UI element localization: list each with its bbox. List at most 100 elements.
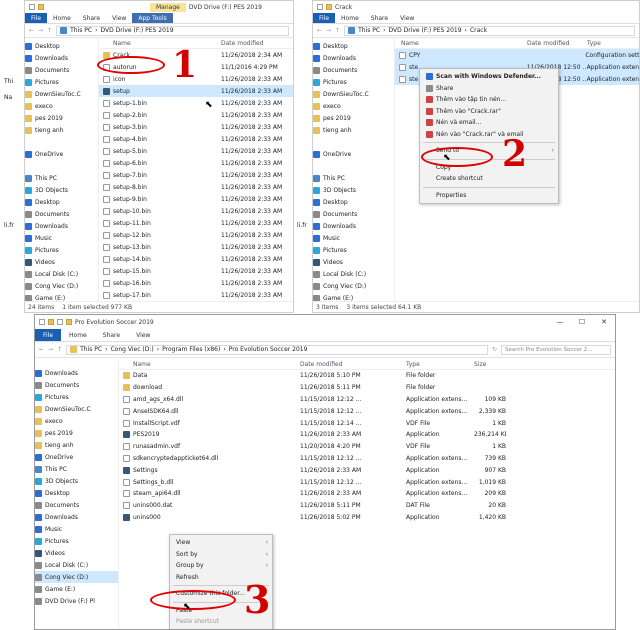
nav-item[interactable]: Documents: [25, 64, 98, 76]
tab-file[interactable]: File: [313, 13, 336, 23]
column-date[interactable]: Date modified: [527, 40, 587, 47]
nav-item[interactable]: pes 2019: [25, 112, 98, 124]
nav-item[interactable]: Desktop: [313, 196, 394, 208]
nav-item[interactable]: Pictures: [35, 391, 118, 403]
breadcrumb-item[interactable]: This PC: [358, 27, 380, 34]
file-row[interactable]: unins000.dat 11/26/2018 5:11 PM DAT File 20…: [119, 500, 615, 512]
file-row[interactable]: setup-14.bin 11/26/2018 2:33 AM: [99, 253, 293, 265]
nav-item[interactable]: Pictures: [313, 76, 394, 88]
nav-item[interactable]: Desktop: [313, 40, 394, 52]
file-row[interactable]: Settings 11/26/2018 2:33 AM Application 907…: [119, 464, 615, 476]
tab-share[interactable]: Share: [77, 13, 106, 23]
nav-item[interactable]: Downloads: [313, 220, 394, 232]
breadcrumb-item[interactable]: Crack: [470, 27, 487, 34]
tab-view[interactable]: View: [106, 13, 132, 23]
breadcrumb-item[interactable]: Program Files (x86): [162, 346, 220, 353]
nav-item[interactable]: [313, 136, 394, 148]
column-date[interactable]: Date modified: [221, 40, 264, 47]
nav-item[interactable]: execo: [313, 100, 394, 112]
tab-view[interactable]: View: [128, 329, 158, 341]
nav-item[interactable]: 3D Objects: [25, 184, 98, 196]
nav-item[interactable]: Pictures: [25, 244, 98, 256]
tab-app-tools[interactable]: App Tools: [132, 13, 173, 23]
column-type[interactable]: Type: [587, 40, 601, 47]
file-row[interactable]: setup-11.bin 11/26/2018 2:33 AM: [99, 217, 293, 229]
nav-item[interactable]: Music: [313, 232, 394, 244]
file-row[interactable]: setup-8.bin 11/26/2018 2:33 AM: [99, 181, 293, 193]
nav-item[interactable]: Documents: [313, 208, 394, 220]
tab-home[interactable]: Home: [335, 13, 365, 23]
nav-item[interactable]: OneDrive: [25, 148, 98, 160]
file-row[interactable]: Data 11/26/2018 5:10 PM File folder: [119, 370, 615, 382]
file-row[interactable]: PES2019 11/26/2018 2:33 AM Application 236,…: [119, 429, 615, 441]
breadcrumb-item[interactable]: DVD Drive (F:) PES 2019: [388, 27, 461, 34]
nav-item[interactable]: Pictures: [313, 244, 394, 256]
close-icon[interactable]: ✕: [593, 316, 615, 328]
file-row[interactable]: setup-6.bin 11/26/2018 2:33 AM: [99, 157, 293, 169]
address-bar[interactable]: This PC › DVD Drive (F:) PES 2019: [56, 25, 289, 36]
file-row[interactable]: setup-13.bin 11/26/2018 2:33 AM: [99, 241, 293, 253]
breadcrumb-item[interactable]: Cong Viec (D:): [110, 346, 153, 353]
file-row[interactable]: setup-2.bin 11/26/2018 2:33 AM: [99, 109, 293, 121]
nav-item[interactable]: Videos: [25, 256, 98, 268]
forward-arrow-icon[interactable]: →: [326, 27, 331, 34]
nav-item[interactable]: DownSieuToc.C: [313, 88, 394, 100]
column-name[interactable]: Name: [395, 40, 527, 47]
nav-item[interactable]: Music: [25, 232, 98, 244]
column-type[interactable]: Type: [406, 361, 474, 368]
column-name[interactable]: Name: [119, 361, 300, 368]
file-row[interactable]: InstallScript.vdf 11/15/2018 12:14 ... VDF…: [119, 417, 615, 429]
nav-item[interactable]: tieng anh: [313, 124, 394, 136]
nav-item[interactable]: Desktop: [35, 487, 118, 499]
nav-item[interactable]: pes 2019: [313, 112, 394, 124]
nav-item[interactable]: 3D Objects: [313, 184, 394, 196]
nav-item[interactable]: Downloads: [25, 220, 98, 232]
file-row[interactable]: setup-16.bin 11/26/2018 2:33 AM: [99, 277, 293, 289]
tab-home[interactable]: Home: [47, 13, 77, 23]
up-arrow-icon[interactable]: ↑: [57, 346, 62, 353]
nav-item[interactable]: DownSieuToc.C: [25, 88, 98, 100]
nav-item[interactable]: tieng anh: [35, 439, 118, 451]
file-row[interactable]: AnselSDK64.dll 11/15/2018 12:12 ... Applic…: [119, 405, 615, 417]
quick-access-icon[interactable]: [317, 4, 323, 10]
menu-item-th-m-v-o-t-p-tin-n-n[interactable]: Thêm vào tập tin nén...: [420, 94, 558, 106]
menu-item-th-m-v-o-crack-rar[interactable]: Thêm vào "Crack.rar": [420, 106, 558, 118]
back-arrow-icon[interactable]: ←: [317, 27, 322, 34]
nav-item[interactable]: Downloads: [25, 52, 98, 64]
tab-home[interactable]: Home: [61, 329, 95, 341]
tab-view[interactable]: View: [394, 13, 420, 23]
file-row[interactable]: steam_api64.dll 11/26/2018 2:33 AM Applica…: [119, 488, 615, 500]
nav-item[interactable]: [25, 160, 98, 172]
nav-item[interactable]: Documents: [35, 379, 118, 391]
file-row[interactable]: setup-3.bin 11/26/2018 2:33 AM: [99, 121, 293, 133]
refresh-icon[interactable]: ↻: [492, 346, 497, 353]
file-row[interactable]: unins000 11/26/2018 5:02 PM Application 1,4…: [119, 512, 615, 524]
nav-item[interactable]: DownSieuToc.C: [35, 403, 118, 415]
nav-item[interactable]: Downloads: [313, 52, 394, 64]
back-arrow-icon[interactable]: ←: [29, 27, 34, 34]
file-row[interactable]: setup-12.bin 11/26/2018 2:33 AM: [99, 229, 293, 241]
nav-item[interactable]: This PC: [313, 172, 394, 184]
back-arrow-icon[interactable]: ←: [39, 346, 44, 353]
file-row[interactable]: setup-10.bin 11/26/2018 2:33 AM: [99, 205, 293, 217]
nav-item[interactable]: Local Disk (C:): [35, 559, 118, 571]
search-input[interactable]: Search Pro Evolution Soccer 2...: [501, 344, 611, 355]
up-arrow-icon[interactable]: ↑: [47, 27, 52, 34]
breadcrumb-item[interactable]: DVD Drive (F:) PES 2019: [100, 27, 173, 34]
file-row[interactable]: setup-17.bin 11/26/2018 2:33 AM: [99, 289, 293, 301]
tab-share[interactable]: Share: [365, 13, 394, 23]
menu-item-sort-by[interactable]: Sort by ›: [170, 549, 272, 561]
file-row[interactable]: setup-1.bin 11/26/2018 2:33 AM: [99, 97, 293, 109]
nav-item[interactable]: [313, 160, 394, 172]
file-row[interactable]: amd_ags_x64.dll 11/15/2018 12:12 ... Appli…: [119, 394, 615, 406]
nav-item[interactable]: Game (E:): [25, 292, 98, 301]
address-bar[interactable]: This PC › DVD Drive (F:) PES 2019 › Crack: [344, 25, 635, 36]
nav-item[interactable]: Game (E:): [35, 583, 118, 595]
nav-item[interactable]: Music: [35, 523, 118, 535]
nav-item[interactable]: Pictures: [35, 535, 118, 547]
nav-item[interactable]: Documents: [35, 499, 118, 511]
nav-item[interactable]: Cong Viec (D:): [313, 280, 394, 292]
nav-item[interactable]: Local Disk (C:): [313, 268, 394, 280]
nav-item[interactable]: Cong Viec (D:): [35, 571, 118, 583]
menu-item-create-shortcut[interactable]: Create shortcut: [420, 173, 558, 185]
